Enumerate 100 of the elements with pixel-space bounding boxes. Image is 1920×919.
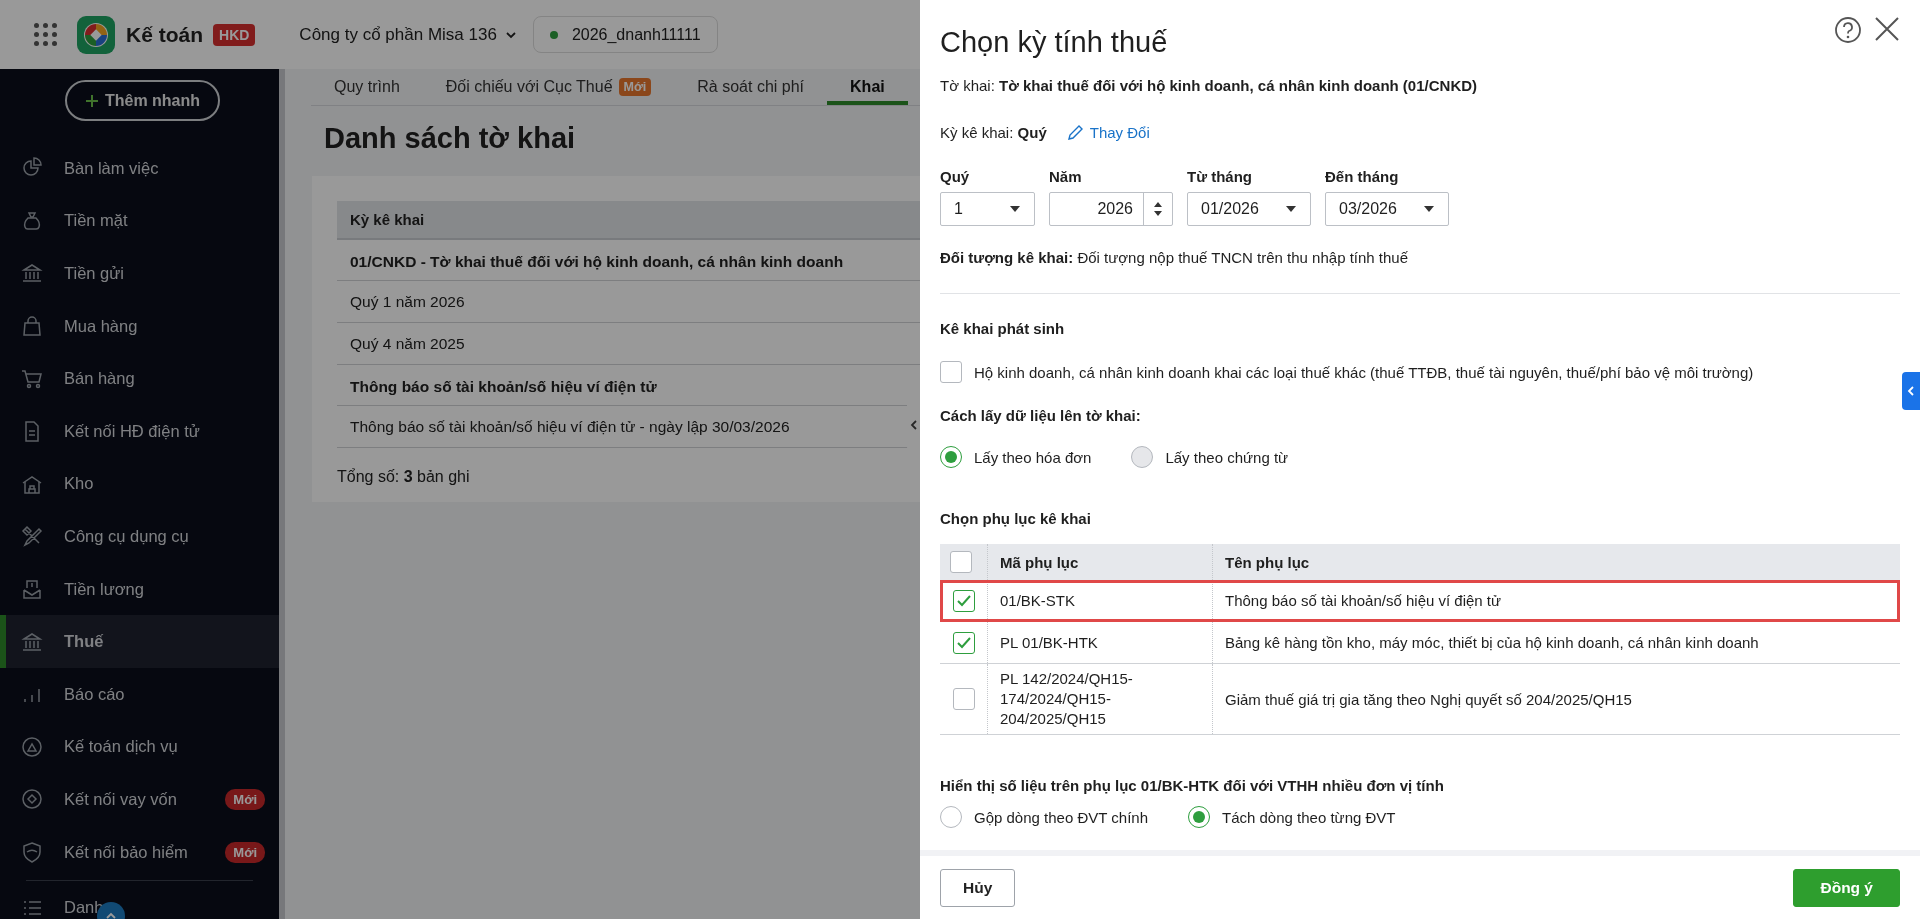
dropdown-arrow-icon (1009, 205, 1021, 213)
dropdown-arrow-icon (1423, 205, 1435, 213)
sidebar-item[interactable]: Tiền gửi (0, 247, 279, 300)
sidebar-label: Kết nối bảo hiểm (64, 842, 188, 862)
page-title: Danh sách tờ khai (323, 121, 577, 156)
table-cell[interactable]: Quý 4 năm 2025 (337, 323, 920, 365)
sidebar-label: Kế toán dịch vụ (64, 737, 178, 757)
section-heading: Cách lấy dữ liệu lên tờ khai: (940, 407, 1142, 424)
cancel-button[interactable]: Hủy (940, 868, 1016, 907)
database-selector[interactable]: 2026_dnanh11111 (532, 16, 718, 53)
sidebar-label: Báo cáo (64, 684, 125, 704)
period-text: Kỳ kê khai: Quý (940, 124, 1047, 141)
table-cell-text: PL 142/2024/QH15-174/2024/QH15-204/2025/QH15 (1000, 669, 1134, 729)
checkmark-icon (956, 636, 971, 649)
sidebar-item[interactable]: Thuế (0, 615, 279, 668)
dropdown[interactable]: 01/2026 (1187, 192, 1311, 226)
tab[interactable]: Rà soát chi phí (674, 69, 828, 105)
sidebar-item[interactable]: Kết nối bảo hiểm Mới (0, 825, 279, 879)
tab[interactable]: Quy trình (311, 69, 423, 105)
tab[interactable]: Khai (827, 69, 908, 105)
chevron-up-icon (105, 910, 117, 919)
cart-icon (21, 367, 43, 390)
sidebar-item[interactable]: Mua hàng (0, 299, 279, 353)
checkbox-label: Hộ kinh doanh, cá nhân kinh doanh khai các loại thuế khác (thuế TTĐB, thuế tài nguyên, thuế/phí bảo vệ môi trường) (974, 363, 1754, 381)
sidebar-item[interactable]: Kế toán dịch vụ (0, 720, 279, 774)
sidebar-item[interactable]: Kết nối HĐ điện tử (0, 404, 279, 458)
radio-button[interactable] (940, 446, 962, 468)
new-badge: Mới (225, 788, 265, 810)
radio-label: Tách dòng theo từng ĐVT (1222, 808, 1396, 826)
sidebar-label: Tiền mặt (64, 211, 128, 231)
radio-label: Lấy theo chứng từ (1165, 448, 1289, 466)
status-dot-icon (549, 30, 558, 39)
company-selector[interactable]: Công ty cổ phần Misa 136 (299, 24, 517, 45)
table-row[interactable]: PL 142/2024/QH15-174/2024/QH15-204/2025/QH15 Giảm thuế giá trị gia tăng theo Nghị quyết số 204/2025/QH15 (940, 664, 1900, 735)
scrollbar[interactable] (279, 69, 285, 919)
tab[interactable]: Đối chiếu với Cục Thuế Mới (422, 69, 675, 105)
highlighted-row[interactable]: 01/BK-STK Thông báo số tài khoản/số hiệu ví điện tử (940, 580, 1900, 622)
new-badge: Mới (225, 841, 265, 863)
group-row: 01/CNKD - Tờ khai thuế đối với hộ kinh doanh, cá nhân kinh doanh (337, 240, 920, 281)
table-row[interactable]: PL 01/BK-HTK Bảng kê hàng tồn kho, máy móc, thiết bị của hộ kinh doanh, cá nhân kinh doanh (940, 622, 1900, 664)
radio-button[interactable] (940, 806, 962, 828)
column-header: Tên phụ lục (1212, 544, 1900, 580)
dropdown-arrow-icon (1285, 205, 1297, 213)
close-icon[interactable] (1874, 16, 1900, 42)
section-heading: Kê khai phát sinh (940, 320, 1066, 337)
field-label: Đến tháng (1325, 168, 1400, 185)
field-label: Từ tháng (1187, 168, 1254, 185)
checkbox[interactable] (952, 688, 975, 710)
quick-add-button[interactable]: Thêm nhanh (65, 80, 220, 121)
sidebar-label: Tiền gửi (64, 264, 124, 283)
section-heading: Chọn phụ lục kê khai (940, 510, 1092, 527)
checkbox[interactable] (952, 631, 975, 654)
sidebar-item[interactable]: Kho (0, 457, 279, 511)
year-spinner[interactable]: 2026 (1049, 192, 1173, 226)
sidebar-item[interactable]: Tiền mặt (0, 194, 279, 248)
apps-grid-icon[interactable] (34, 23, 57, 46)
sidebar-item[interactable]: Bán hàng (0, 352, 279, 405)
sidebar-label: Bàn làm việc (64, 158, 159, 178)
change-link[interactable]: Thay Đổi (1066, 124, 1150, 141)
checkbox[interactable] (940, 361, 962, 383)
sidebar-label: Kết nối vay vốn (64, 789, 177, 809)
radio-label: Gộp dòng theo ĐVT chính (974, 808, 1148, 826)
new-badge: Mới (618, 78, 652, 96)
column-header: Mã phụ lục (987, 544, 1212, 580)
field-label: Năm (1049, 168, 1083, 185)
sidebar-label: Danh (64, 898, 104, 918)
sidebar-label: Tiền lương (64, 579, 144, 599)
shield-icon (21, 841, 43, 863)
money-bag-icon (21, 209, 43, 232)
table-cell-text: PL 01/BK-HTK (1000, 632, 1098, 653)
sidebar-label: Mua hàng (64, 316, 138, 336)
side-panel-tab[interactable] (1902, 372, 1920, 410)
chevron-left-icon (1905, 385, 1917, 397)
sidebar-item[interactable]: Kết nối vay vốn Mới (0, 773, 279, 826)
plus-icon (84, 93, 99, 108)
radio-label: Lấy theo hóa đơn (974, 448, 1092, 466)
sidebar-label: Công cụ dụng cụ (64, 526, 189, 546)
checkbox[interactable] (950, 551, 972, 573)
column-header: Kỳ kê khai (337, 201, 920, 240)
confirm-button[interactable]: Đồng ý (1793, 868, 1900, 907)
declaration-text: Tờ khai: Tờ khai thuế đối với hộ kinh doanh, cá nhân kinh doanh (01/CNKD) (940, 76, 1479, 96)
sidebar-label: Kết nối HĐ điện tử (64, 421, 200, 441)
sidebar-item[interactable]: Danh (0, 881, 279, 919)
table-cell[interactable]: Quý 1 năm 2026 (337, 281, 920, 323)
subject-text: Đối tượng kê khai: Đối tượng nộp thuế TNCN trên thu nhập tính thuế (940, 248, 1410, 268)
sidebar-item[interactable]: Công cụ dụng cụ (0, 510, 279, 563)
sidebar-label: Kho (64, 474, 94, 494)
app-name: Kế toán (126, 22, 203, 47)
record-count: Tổng số: 3 bản ghi (337, 468, 471, 486)
help-icon[interactable] (1834, 16, 1862, 44)
table-cell: Giảm thuế giá trị gia tăng theo Nghị quyết số 204/2025/QH15 (1225, 690, 1632, 708)
tools-icon (21, 525, 43, 548)
bank-icon (21, 630, 43, 653)
dropdown[interactable]: 1 (940, 192, 1035, 226)
stepper-arrows-icon (1152, 200, 1164, 218)
checkbox[interactable] (952, 589, 975, 612)
radio-button[interactable] (1188, 806, 1210, 828)
dropdown[interactable]: 03/2026 (1325, 192, 1449, 226)
checkmark-icon (956, 594, 971, 607)
sidebar-item[interactable]: Bàn làm việc (0, 142, 279, 195)
